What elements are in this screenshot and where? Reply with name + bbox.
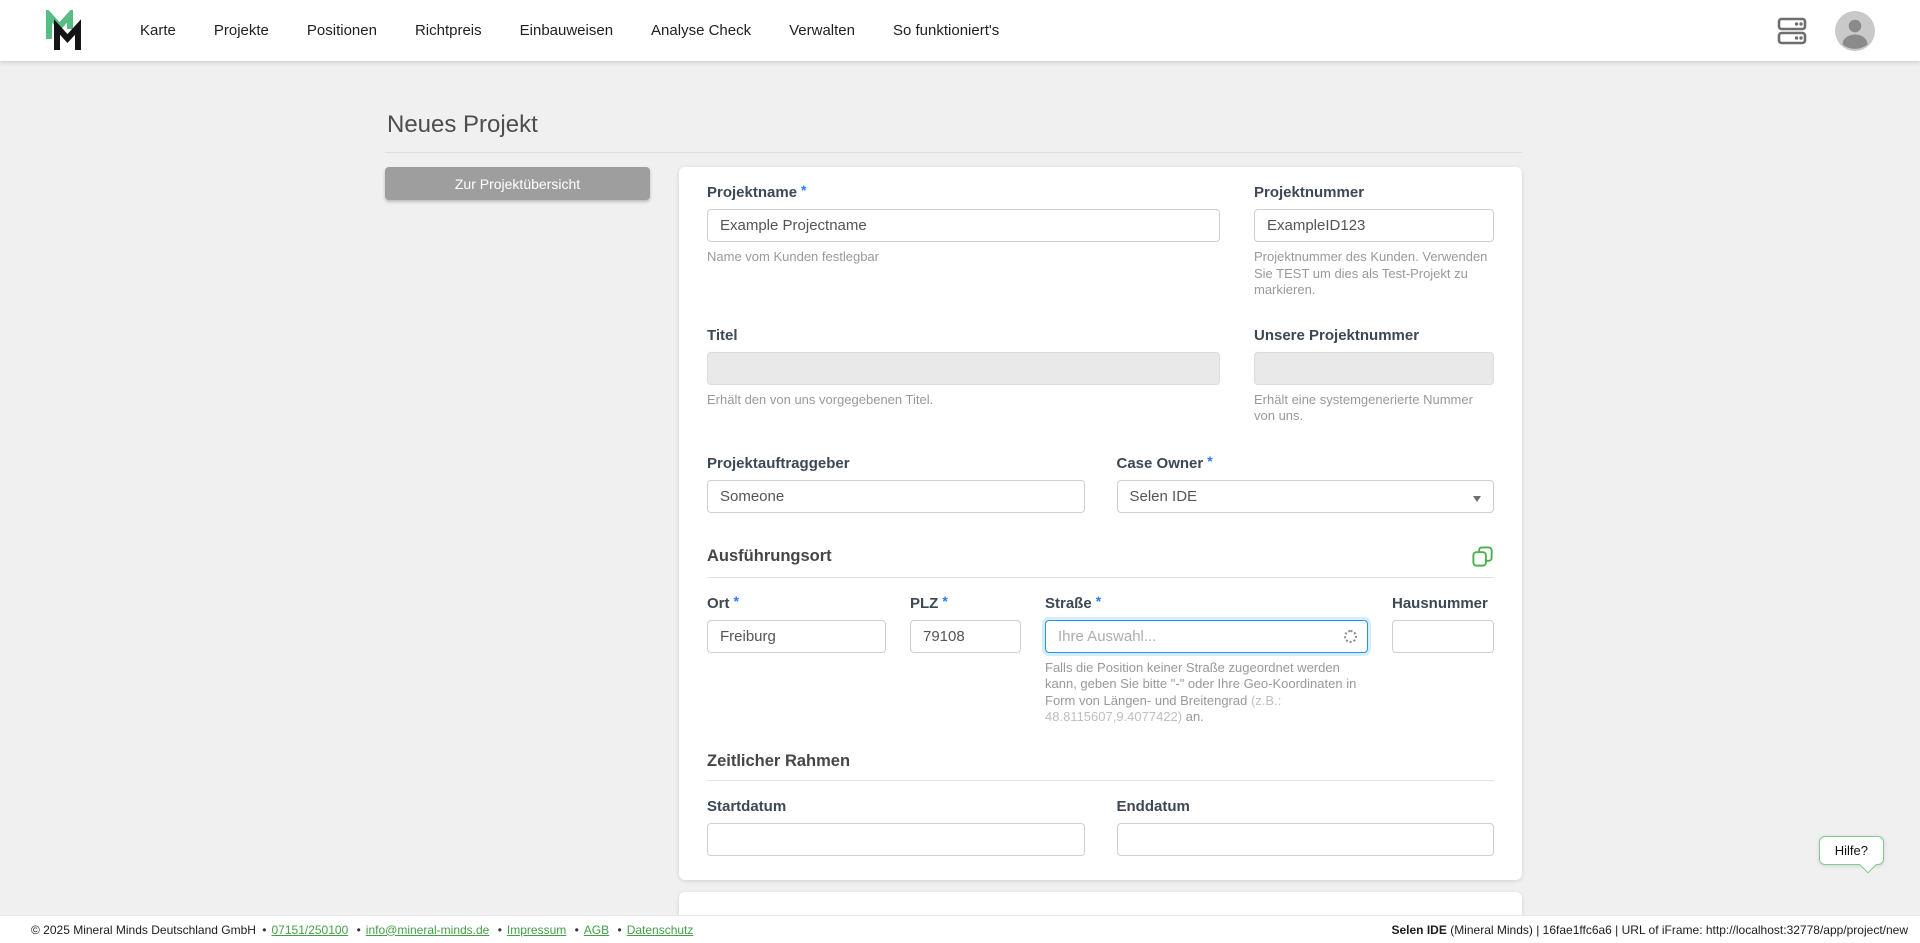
footer-status-details: (Mineral Minds) | 16fae1ffc6a6 | URL of … xyxy=(1447,923,1908,937)
case-owner-select[interactable]: Selen IDE xyxy=(1117,480,1495,513)
loading-spinner-icon xyxy=(1344,630,1357,643)
field-projektauftraggeber: Projektauftraggeber xyxy=(707,455,1085,513)
case-owner-selected-value: Selen IDE xyxy=(1130,488,1198,505)
field-enddatum: Enddatum xyxy=(1117,798,1495,856)
chevron-down-icon xyxy=(1473,496,1481,502)
enddatum-label: Enddatum xyxy=(1117,798,1190,815)
projektnummer-helper: Projektnummer des Kunden. Verwenden Sie … xyxy=(1254,249,1494,299)
field-plz: PLZ* xyxy=(910,595,1021,726)
footer: © 2025 Mineral Minds Deutschland GmbH •0… xyxy=(0,915,1920,943)
required-asterisk: * xyxy=(801,182,806,198)
hausnummer-label: Hausnummer xyxy=(1392,595,1488,612)
titel-helper: Erhält den von uns vorgegebenen Titel. xyxy=(707,392,1220,409)
plz-label: PLZ xyxy=(910,595,938,612)
hausnummer-input[interactable] xyxy=(1392,620,1494,653)
user-avatar-icon[interactable] xyxy=(1835,11,1875,51)
projektauftraggeber-input[interactable] xyxy=(707,480,1085,513)
footer-legal: © 2025 Mineral Minds Deutschland GmbH •0… xyxy=(31,923,695,937)
projektname-input[interactable] xyxy=(707,209,1220,242)
unsere-projektnummer-input xyxy=(1254,352,1494,385)
nav-item-analyse-check[interactable]: Analyse Check xyxy=(632,0,770,61)
unsere-projektnummer-label: Unsere Projektnummer xyxy=(1254,327,1419,344)
field-startdatum: Startdatum xyxy=(707,798,1085,856)
nav-item-einbauweisen[interactable]: Einbauweisen xyxy=(501,0,632,61)
field-unsere-projektnummer: Unsere Projektnummer Erhält eine systemg… xyxy=(1254,327,1494,425)
new-project-form-card: Projektname* Name vom Kunden festlegbar … xyxy=(679,167,1522,880)
enddatum-input[interactable] xyxy=(1117,823,1495,856)
case-owner-label: Case Owner xyxy=(1117,455,1204,472)
section-title-zeitlicher-rahmen: Zeitlicher Rahmen xyxy=(707,752,850,771)
section-title-ausfuehrungsort: Ausführungsort xyxy=(707,547,832,566)
nav-item-so-funktionierts[interactable]: So funktioniert's xyxy=(874,0,1018,61)
section-divider xyxy=(707,780,1494,781)
help-bubble[interactable]: Hilfe? xyxy=(1819,836,1884,865)
strasse-label: Straße xyxy=(1045,595,1092,612)
projektauftraggeber-label: Projektauftraggeber xyxy=(707,455,850,472)
unsere-projektnummer-helper: Erhält eine systemgenerierte Nummer von … xyxy=(1254,392,1494,425)
main-navigation: Karte Projekte Positionen Richtpreis Ein… xyxy=(121,0,1018,61)
page-title: Neues Projekt xyxy=(387,111,1522,139)
footer-link-agb[interactable]: AGB xyxy=(584,923,609,937)
required-asterisk: * xyxy=(1096,593,1101,609)
copyright-text: © 2025 Mineral Minds Deutschland GmbH xyxy=(31,923,256,937)
next-form-card-partial xyxy=(679,892,1522,916)
startdatum-input[interactable] xyxy=(707,823,1085,856)
top-navbar: Karte Projekte Positionen Richtpreis Ein… xyxy=(0,0,1920,61)
footer-link-datenschutz[interactable]: Datenschutz xyxy=(627,923,694,937)
required-asterisk: * xyxy=(942,593,947,609)
footer-status: Selen IDE (Mineral Minds) | 16fae1ffc6a6… xyxy=(1392,923,1909,937)
projektnummer-input[interactable] xyxy=(1254,209,1494,242)
strasse-helper: Falls die Position keiner Straße zugeord… xyxy=(1045,660,1368,726)
plz-input[interactable] xyxy=(910,620,1021,653)
titel-input xyxy=(707,352,1220,385)
zur-projektuebersicht-button[interactable]: Zur Projektübersicht xyxy=(385,167,650,200)
projektname-label: Projektname xyxy=(707,184,797,201)
ort-label: Ort xyxy=(707,595,730,612)
field-projektnummer: Projektnummer Projektnummer des Kunden. … xyxy=(1254,184,1494,299)
strasse-input[interactable] xyxy=(1045,620,1368,653)
footer-link-phone[interactable]: 07151/250100 xyxy=(272,923,349,937)
field-ort: Ort* xyxy=(707,595,886,726)
server-rack-icon[interactable] xyxy=(1775,14,1809,48)
field-projektname: Projektname* Name vom Kunden festlegbar xyxy=(707,184,1220,299)
ort-input[interactable] xyxy=(707,620,886,653)
projektnummer-label: Projektnummer xyxy=(1254,184,1364,201)
footer-status-user: Selen IDE xyxy=(1392,923,1447,937)
titel-label: Titel xyxy=(707,327,738,344)
mineral-minds-logo-icon[interactable] xyxy=(45,10,85,52)
projektname-helper: Name vom Kunden festlegbar xyxy=(707,249,1220,266)
footer-link-email[interactable]: info@mineral-minds.de xyxy=(366,923,490,937)
section-divider xyxy=(707,577,1494,578)
nav-item-positionen[interactable]: Positionen xyxy=(288,0,396,61)
field-strasse: Straße* Falls die Position keiner Straße… xyxy=(1045,595,1368,726)
copy-icon[interactable] xyxy=(1471,545,1494,568)
nav-item-verwalten[interactable]: Verwalten xyxy=(770,0,874,61)
navbar-actions xyxy=(1775,11,1875,51)
main-content: Neues Projekt Zur Projektübersicht Proje… xyxy=(0,61,1920,915)
nav-item-karte[interactable]: Karte xyxy=(121,0,195,61)
startdatum-label: Startdatum xyxy=(707,798,786,815)
footer-link-impressum[interactable]: Impressum xyxy=(507,923,566,937)
nav-item-richtpreis[interactable]: Richtpreis xyxy=(396,0,501,61)
title-divider xyxy=(385,152,1522,153)
required-asterisk: * xyxy=(1207,453,1212,469)
nav-item-projekte[interactable]: Projekte xyxy=(195,0,288,61)
field-titel: Titel Erhält den von uns vorgegebenen Ti… xyxy=(707,327,1220,425)
required-asterisk: * xyxy=(734,593,739,609)
field-hausnummer: Hausnummer xyxy=(1392,595,1494,726)
help-bubble-label: Hilfe? xyxy=(1835,843,1868,858)
field-case-owner: Case Owner* Selen IDE xyxy=(1117,455,1495,513)
